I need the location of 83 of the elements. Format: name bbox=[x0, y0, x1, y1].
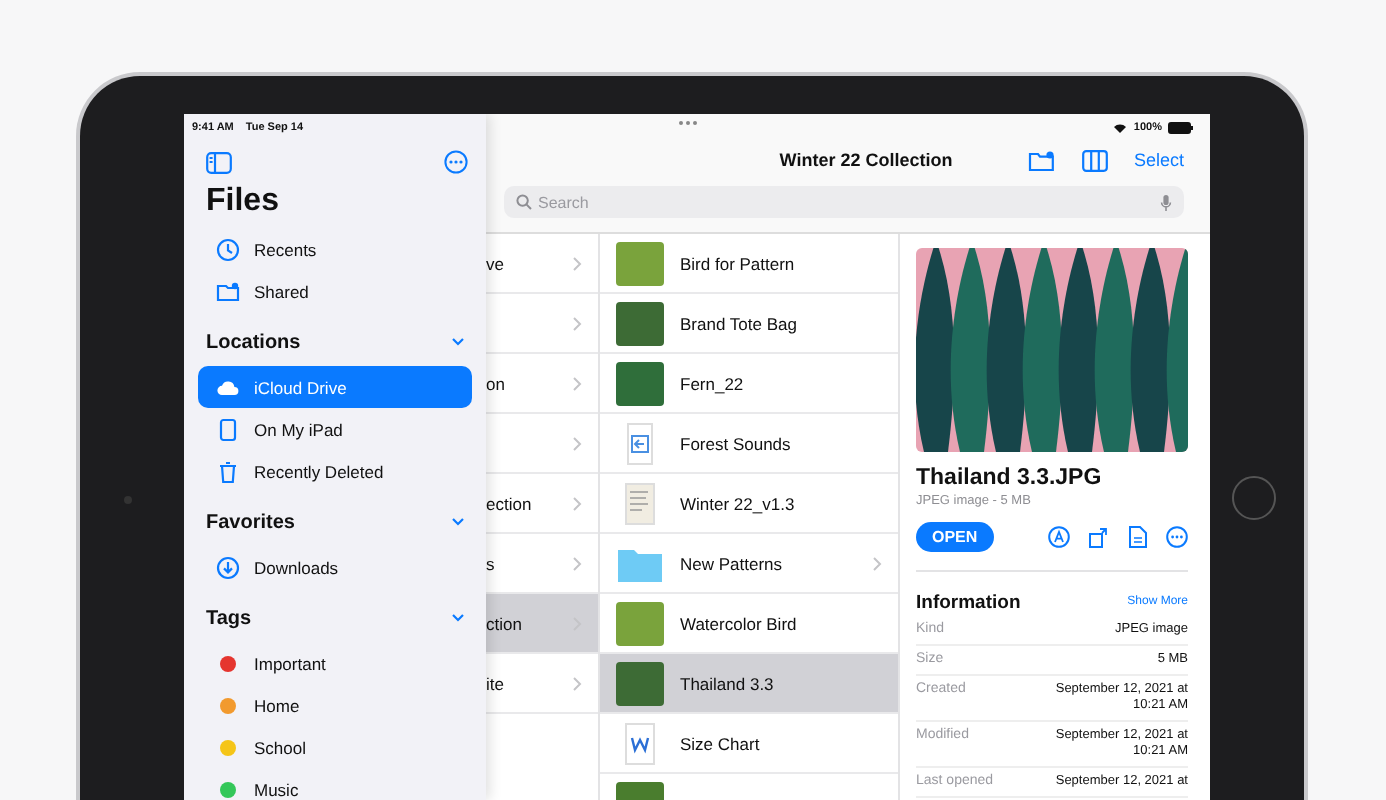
folder-row[interactable]: ite bbox=[486, 654, 598, 714]
section-heading: Favorites bbox=[206, 511, 295, 533]
photo-placeholder bbox=[616, 301, 664, 345]
folder-row[interactable]: on bbox=[486, 354, 598, 414]
file-name: Bird for Pattern bbox=[680, 253, 797, 273]
photo-placeholder bbox=[616, 661, 664, 705]
document-icon[interactable] bbox=[1128, 526, 1148, 548]
chevron-icon[interactable] bbox=[450, 610, 466, 626]
folder-name: s bbox=[486, 553, 495, 573]
folder-row[interactable]: ve bbox=[486, 234, 598, 294]
shared-folder-icon bbox=[216, 279, 240, 303]
file-row[interactable]: Forest Sounds bbox=[600, 414, 898, 474]
file-name: Watercolor Bird bbox=[680, 613, 799, 633]
sidebar-item[interactable]: Important bbox=[198, 642, 472, 684]
file-name: Fern_22 bbox=[680, 373, 746, 393]
file-name: Forest Sounds bbox=[680, 433, 793, 453]
file-name: New Patterns bbox=[680, 553, 785, 573]
clock-icon bbox=[216, 237, 240, 261]
file-row[interactable]: Winter 22_v1.3 bbox=[600, 474, 898, 534]
file-row[interactable]: Size Chart bbox=[600, 714, 898, 774]
file-name: Winter 22_v1.3 bbox=[680, 493, 797, 513]
folder-title: Winter 22 Collection bbox=[777, 150, 955, 170]
chevron-icon bbox=[572, 555, 582, 571]
folder-name: on bbox=[486, 373, 505, 393]
sidebar-item[interactable]: iCloud Drive bbox=[198, 366, 472, 408]
sidebar-item[interactable]: Music bbox=[198, 768, 472, 800]
photo-placeholder bbox=[616, 601, 664, 645]
wifi-icon bbox=[1111, 121, 1128, 133]
markup-icon[interactable] bbox=[1048, 526, 1070, 548]
battery-icon bbox=[1168, 121, 1194, 133]
file-title: Thailand 3.3.JPG bbox=[916, 466, 1104, 490]
folder-name: ction bbox=[486, 613, 522, 633]
sidebar-item[interactable]: On My iPad bbox=[198, 408, 472, 450]
chevron-icon[interactable] bbox=[450, 514, 466, 530]
tablet-icon bbox=[216, 417, 240, 441]
sidebar-item[interactable]: Home bbox=[198, 684, 472, 726]
file-row[interactable]: Fern_22 bbox=[600, 354, 898, 414]
file-row[interactable]: Thailand 3.3 bbox=[600, 654, 898, 714]
folder-name: ection bbox=[486, 493, 532, 513]
file-name: Size Chart bbox=[680, 733, 762, 753]
search-field[interactable]: Search bbox=[504, 186, 1184, 218]
rotate-icon[interactable] bbox=[1088, 526, 1110, 548]
photo-placeholder bbox=[616, 241, 664, 285]
more-icon[interactable] bbox=[444, 150, 468, 174]
file-row[interactable]: New Patterns bbox=[600, 534, 898, 594]
sidebar-title: Files bbox=[204, 182, 281, 222]
open-button[interactable]: OPEN bbox=[916, 522, 994, 552]
section-heading: Locations bbox=[206, 331, 301, 353]
photo-placeholder bbox=[616, 361, 664, 405]
chevron-icon bbox=[572, 495, 582, 511]
sidebar-item[interactable]: Recently Deleted bbox=[198, 450, 472, 492]
chevron-icon bbox=[872, 555, 882, 571]
chevron-icon bbox=[572, 375, 582, 391]
sidebar-item[interactable]: School bbox=[198, 726, 472, 768]
home-button[interactable] bbox=[1232, 476, 1276, 520]
multitasking-dots-icon[interactable] bbox=[678, 120, 698, 126]
chevron-icon bbox=[572, 435, 582, 451]
more-icon[interactable] bbox=[1166, 526, 1188, 548]
folder-name: ve bbox=[486, 253, 504, 273]
select-button[interactable]: Select bbox=[1133, 150, 1184, 170]
new-folder-icon[interactable] bbox=[1027, 149, 1056, 171]
file-row[interactable]: Brand Tote Bag bbox=[600, 294, 898, 354]
file-name: Brand Tote Bag bbox=[680, 313, 799, 333]
download-icon bbox=[216, 555, 240, 579]
folder-row[interactable]: ection bbox=[486, 474, 598, 534]
sidebar-toggle-icon[interactable] bbox=[206, 151, 232, 173]
sidebar-item[interactable]: Shared bbox=[198, 270, 472, 312]
section-heading: Tags bbox=[206, 607, 252, 629]
microphone-icon[interactable] bbox=[1160, 193, 1172, 211]
columns-view-icon[interactable] bbox=[1081, 149, 1108, 171]
chevron-icon[interactable] bbox=[450, 334, 466, 350]
sidebar-item[interactable]: Downloads bbox=[198, 546, 472, 588]
chevron-icon bbox=[572, 255, 582, 271]
file-row[interactable]: Bird for Pattern bbox=[600, 234, 898, 294]
information-heading: Information bbox=[916, 591, 1021, 613]
sidebar-item[interactable]: Recents bbox=[198, 228, 472, 270]
folder-row[interactable]: ction bbox=[486, 594, 598, 654]
cloud-icon bbox=[216, 375, 240, 399]
file-name: Thailand 3.3 bbox=[680, 673, 776, 693]
chevron-icon bbox=[572, 675, 582, 691]
folder-name: ite bbox=[486, 673, 504, 693]
trash-icon bbox=[216, 459, 240, 483]
chevron-icon bbox=[572, 315, 582, 331]
